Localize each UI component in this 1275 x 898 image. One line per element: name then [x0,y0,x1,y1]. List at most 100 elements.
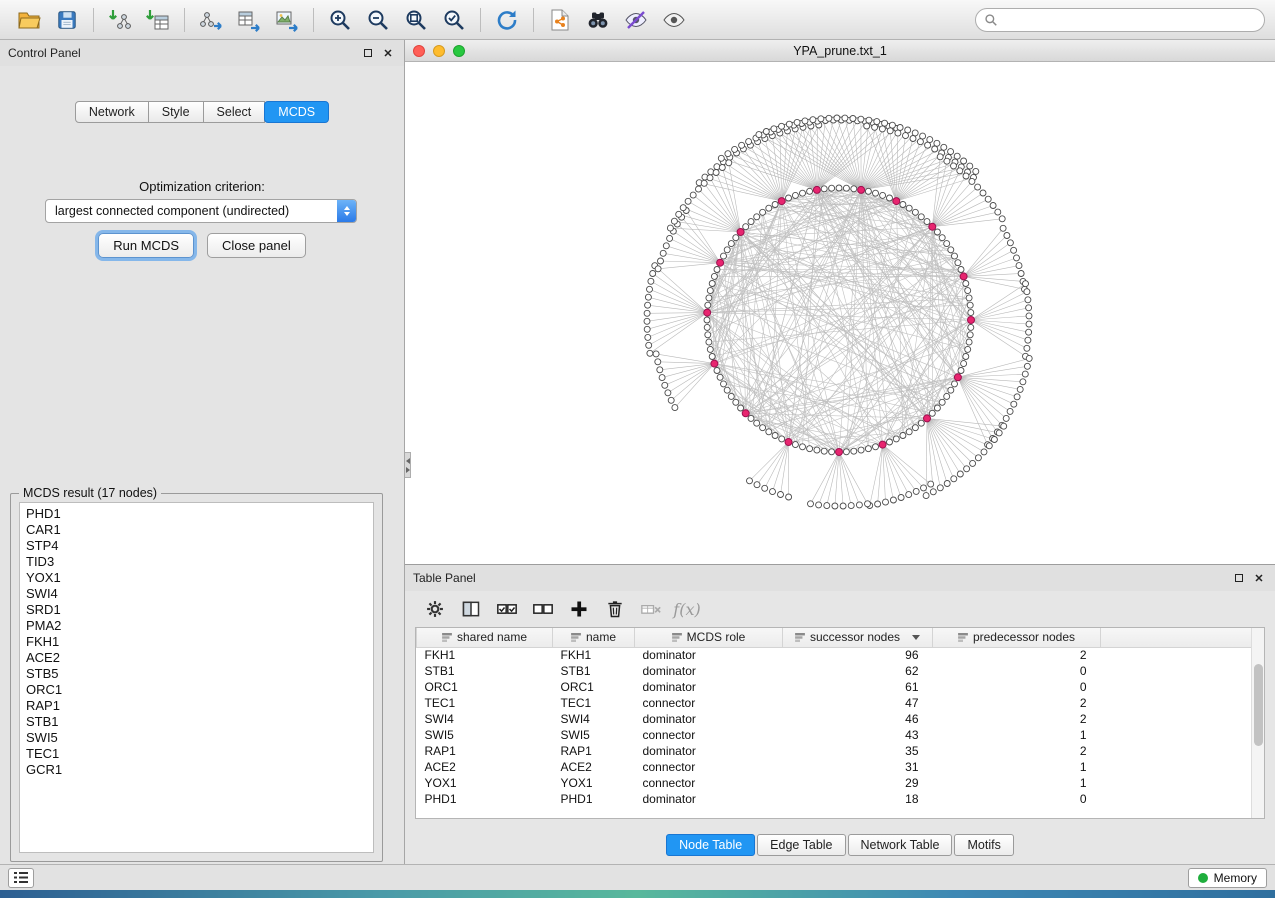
scrollbar-thumb[interactable] [1254,664,1263,746]
mcds-result-item[interactable]: ORC1 [20,682,373,698]
tab-network-table[interactable]: Network Table [848,834,953,856]
open-file-button[interactable] [10,4,48,36]
mcds-result-item[interactable]: ACE2 [20,650,373,666]
mcds-result-item[interactable]: PMA2 [20,618,373,634]
table-cell: 0 [933,679,1101,695]
table-clear-icon [640,599,662,619]
show-column-button[interactable] [455,595,487,623]
refresh-button[interactable] [488,4,526,36]
function-builder-button-disabled: f(x) [671,595,703,623]
mcds-result-item[interactable]: SWI4 [20,586,373,602]
table-cell: connector [635,695,783,711]
table-settings-button[interactable] [419,595,451,623]
search-input[interactable] [998,13,1256,27]
mcds-result-item[interactable]: TEC1 [20,746,373,762]
fx-icon: f(x) [673,600,700,619]
tab-select[interactable]: Select [203,101,266,123]
node-table-container: shared name name MCDS role successor nod… [415,627,1265,819]
column-header-successor-nodes[interactable]: successor nodes [783,628,933,647]
binoculars-icon [586,8,610,32]
show-all-button[interactable] [655,4,693,36]
zoom-fit-icon [404,8,428,32]
deselect-all-rows-button[interactable] [527,595,559,623]
mcds-result-item[interactable]: PHD1 [20,506,373,522]
mcds-result-item[interactable]: SWI5 [20,730,373,746]
tab-mcds[interactable]: MCDS [264,101,329,123]
zoom-selected-button[interactable] [435,4,473,36]
dropdown-stepper-icon [337,200,356,222]
run-mcds-button[interactable]: Run MCDS [98,233,194,258]
import-table-icon [146,8,170,32]
zoom-out-button[interactable] [359,4,397,36]
tab-node-table[interactable]: Node Table [666,834,755,856]
table-row[interactable]: YOX1YOX1connector291 [417,775,1264,791]
zoom-fit-button[interactable] [397,4,435,36]
mcds-result-item[interactable]: YOX1 [20,570,373,586]
table-scrollbar[interactable] [1251,628,1264,818]
float-panel-button[interactable] [360,45,376,61]
table-row[interactable]: ACE2ACE2connector311 [417,759,1264,775]
tab-style[interactable]: Style [148,101,204,123]
table-cell-filler [1101,791,1264,807]
save-button[interactable] [48,4,86,36]
mcds-result-item[interactable]: SRD1 [20,602,373,618]
network-window-title: YPA_prune.txt_1 [405,44,1275,58]
column-header-mcds-role[interactable]: MCDS role [635,628,783,647]
select-all-rows-button[interactable] [491,595,523,623]
close-panel-button[interactable]: ✕ [1251,570,1267,586]
table-cell: STB1 [553,663,635,679]
table-row[interactable]: ORC1ORC1dominator610 [417,679,1264,695]
zoom-in-button[interactable] [321,4,359,36]
mcds-result-item[interactable]: RAP1 [20,698,373,714]
tab-motifs[interactable]: Motifs [954,834,1013,856]
import-table-button[interactable] [139,4,177,36]
float-panel-button[interactable] [1231,570,1247,586]
tab-edge-table[interactable]: Edge Table [757,834,845,856]
mcds-result-item[interactable]: CAR1 [20,522,373,538]
table-row[interactable]: SWI5SWI5connector431 [417,727,1264,743]
table-cell: SWI4 [417,711,553,727]
export-network-button[interactable] [192,4,230,36]
optimization-criterion-dropdown[interactable]: largest connected component (undirected) [45,199,357,223]
table-cell: SWI4 [553,711,635,727]
table-toolbar: f(x) [405,591,1275,627]
mcds-result-list[interactable]: PHD1CAR1STP4TID3YOX1SWI4SRD1PMA2FKH1ACE2… [19,502,374,853]
close-panel-action-button[interactable]: Close panel [207,233,306,258]
mcds-result-item[interactable]: FKH1 [20,634,373,650]
import-network-button[interactable] [101,4,139,36]
mcds-result-item[interactable]: STP4 [20,538,373,554]
mcds-result-item[interactable]: GCR1 [20,762,373,778]
search-field[interactable] [975,8,1265,32]
column-header-predecessor-nodes[interactable]: predecessor nodes [933,628,1101,647]
share-document-button[interactable] [541,4,579,36]
create-column-button[interactable] [563,595,595,623]
table-row[interactable]: PHD1PHD1dominator180 [417,791,1264,807]
table-row[interactable]: TEC1TEC1connector472 [417,695,1264,711]
table-row[interactable]: FKH1FKH1dominator962 [417,647,1264,663]
table-row[interactable]: RAP1RAP1dominator352 [417,743,1264,759]
mcds-result-item[interactable]: STB5 [20,666,373,682]
find-binoculars-button[interactable] [579,4,617,36]
network-canvas[interactable] [405,62,1275,564]
panel-splitter[interactable] [405,452,411,478]
export-table-button[interactable] [230,4,268,36]
table-row[interactable]: SWI4SWI4dominator462 [417,711,1264,727]
hide-selected-button[interactable] [617,4,655,36]
mcds-result-item[interactable]: TID3 [20,554,373,570]
delete-column-button[interactable] [599,595,631,623]
table-cell: RAP1 [553,743,635,759]
dropdown-selected-value: largest connected component (undirected) [55,204,289,218]
export-image-button[interactable] [268,4,306,36]
memory-button[interactable]: Memory [1188,868,1267,888]
chevron-down-icon[interactable] [912,635,920,640]
column-header-name[interactable]: name [553,628,635,647]
table-cell-filler [1101,679,1264,695]
table-cell: ORC1 [417,679,553,695]
mcds-result-item[interactable]: STB1 [20,714,373,730]
tab-network[interactable]: Network [75,101,149,123]
status-menu-button[interactable] [8,868,34,888]
table-row[interactable]: STB1STB1dominator620 [417,663,1264,679]
column-header-shared-name[interactable]: shared name [417,628,553,647]
network-graph[interactable] [405,62,1275,564]
close-panel-button[interactable]: ✕ [380,45,396,61]
